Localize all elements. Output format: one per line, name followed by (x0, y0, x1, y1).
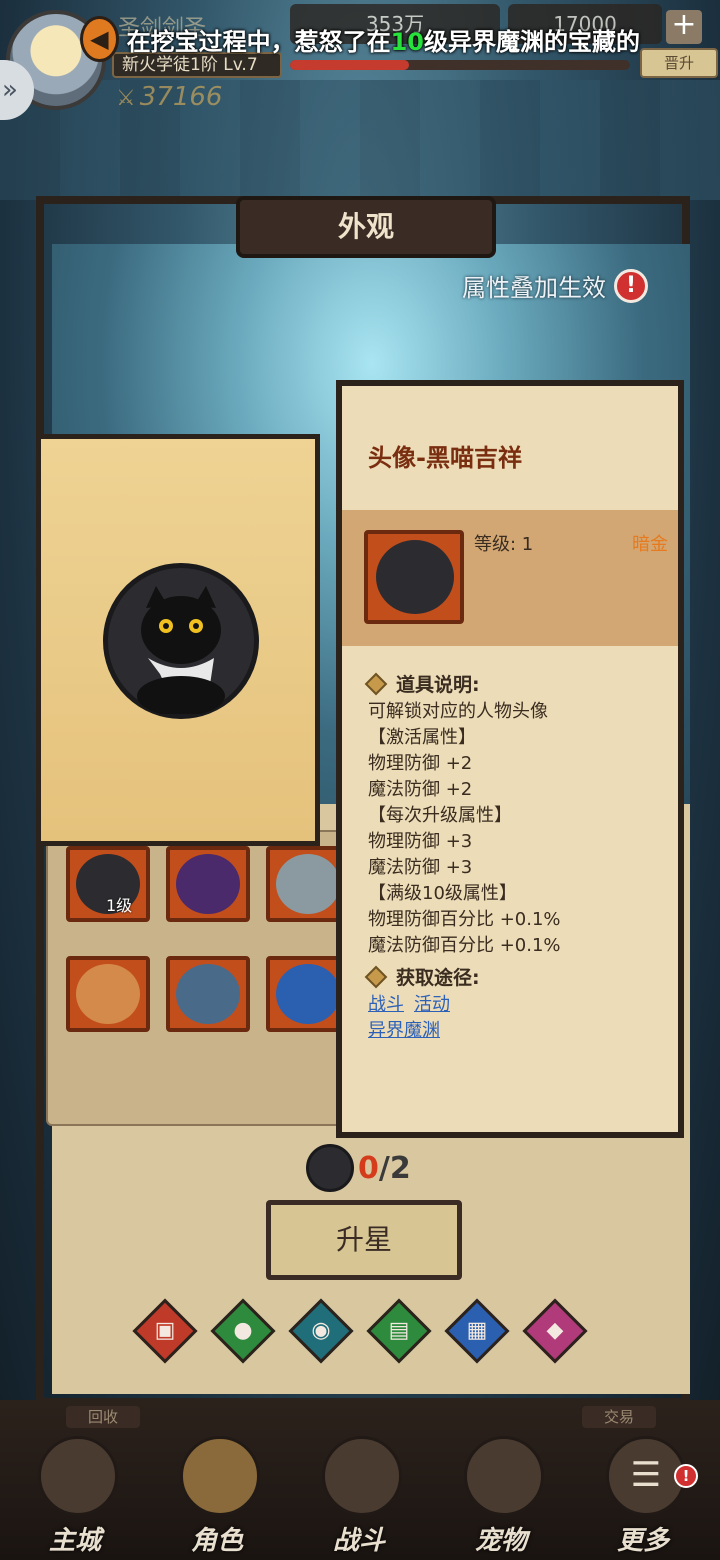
portrait-frame-icon: ◉ (311, 1318, 331, 1343)
id-card-icon: ▦ (466, 1318, 488, 1343)
desc-line: 魔法防御百分比 +0.1% (368, 935, 561, 956)
combat-power-value: 37166 (139, 82, 223, 112)
source-heading-text: 获取途径: (396, 967, 480, 989)
upgrade-rank-button[interactable]: 晋升 (640, 48, 718, 78)
item-description: 道具说明: 可解锁对应的人物头像 【激活属性】 物理防御 +2 魔法防御 +2 … (364, 666, 668, 1044)
desc-line: 【满级10级属性】 (368, 883, 517, 904)
desc-line: 物理防御 +3 (368, 831, 473, 852)
nav-main-city[interactable]: 主城 (20, 1436, 130, 1560)
star-up-button[interactable]: 升星 (266, 1200, 462, 1280)
black-cat-illustration (137, 586, 225, 716)
announcement-level: 10 (390, 27, 424, 56)
crossed-swords-emblem-icon (76, 964, 140, 1024)
nav-battle[interactable]: 战斗 (304, 1436, 414, 1560)
add-gems-button[interactable]: + (666, 10, 702, 44)
nav-label: 主城 (48, 1526, 101, 1556)
owl-mask-icon (464, 1436, 544, 1516)
desc-line: 物理防御百分比 +0.1% (368, 909, 561, 930)
nav-label: 角色 (190, 1526, 243, 1556)
black-cat-item-icon (376, 540, 454, 614)
inventory-slot-purple-hair[interactable] (166, 846, 250, 922)
speaker-icon: ◀ (80, 16, 119, 62)
tab-portrait-frame[interactable]: ◉ (288, 1298, 354, 1364)
attr-stack-label: 属性叠加生效 (462, 274, 606, 302)
alert-icon[interactable]: ! (614, 268, 648, 303)
inventory-slot-crossed-swords[interactable] (66, 956, 150, 1032)
tab-chat-bubble[interactable]: ▤ (366, 1298, 432, 1364)
panel-title: 外观 (236, 196, 496, 258)
cost-need: /2 (378, 1150, 411, 1186)
bottom-nav: 回收 交易 主城 角色 战斗 宠物 ☰ 更多 (0, 1400, 720, 1560)
desc-line: 魔法防御 +3 (368, 857, 473, 878)
item-quality: 暗金 (632, 534, 668, 555)
black-cat-preview-icon (103, 563, 259, 719)
lion-shield-emblem-icon (276, 964, 340, 1024)
item-header-band: 等级: 1 暗金 (342, 510, 678, 646)
announcement-marquee: ◀ 在挖宝过程中，惹怒了在10级异界魔渊的宝藏的 (80, 16, 640, 62)
desc-line: 【每次升级属性】 (368, 805, 512, 826)
clothes-icon: ▣ (154, 1318, 176, 1343)
desc-line: 可解锁对应的人物头像 (368, 701, 548, 722)
avatar-preview-card (36, 434, 320, 846)
chat-bubble-icon: ▤ (388, 1318, 410, 1343)
desc-line: 【激活属性】 (368, 727, 476, 748)
item-level: 等级: 1 (474, 534, 534, 555)
inventory-slot-black-cat[interactable]: 1级 (66, 846, 150, 922)
item-icon-frame (364, 530, 464, 624)
tab-person[interactable]: ● (210, 1298, 276, 1364)
desc-line: 魔法防御 +2 (368, 779, 473, 800)
trade-tag[interactable]: 交易 (582, 1406, 656, 1428)
diamond-bullet-icon (364, 965, 388, 988)
source-links-row: 异界魔渊 (368, 1018, 668, 1044)
purple-hair-avatar-icon (176, 854, 240, 914)
desc-line: 物理防御 +2 (368, 753, 473, 774)
winged-shield-emblem-icon (176, 964, 240, 1024)
inventory-grid: 1级 (46, 830, 350, 1126)
crossed-swords-icon: ⚔ (118, 86, 134, 111)
source-link-abyss[interactable]: 异界魔渊 (368, 1020, 440, 1041)
nav-label: 战斗 (332, 1526, 385, 1556)
item-detail-card: 头像-黑喵吉祥 等级: 1 暗金 道具说明: 可解锁对应的人物头像 【激活属性】… (336, 380, 684, 1138)
nav-label: 宠物 (474, 1526, 527, 1556)
item-desc-heading-text: 道具说明: (396, 674, 480, 696)
nav-character[interactable]: 角色 (162, 1436, 272, 1560)
attr-stack-notice[interactable]: 属性叠加生效 ! (462, 268, 648, 303)
item-title: 头像-黑喵吉祥 (368, 444, 522, 472)
source-links-row: 战斗 活动 (368, 992, 668, 1018)
more-notification-badge: ! (674, 1464, 698, 1488)
black-cat-cost-icon (306, 1144, 354, 1192)
tab-ribbon[interactable]: ◆ (522, 1298, 588, 1364)
ribbon-icon: ◆ (546, 1318, 564, 1343)
slot-level: 1级 (106, 896, 133, 915)
nav-more[interactable]: ☰ 更多 (588, 1436, 698, 1560)
appearance-tabs: ▣ ● ◉ ▤ ▦ ◆ (132, 1298, 594, 1364)
item-desc-heading: 道具说明: (364, 670, 668, 697)
nav-pets[interactable]: 宠物 (446, 1436, 556, 1560)
castle-icon (38, 1436, 118, 1516)
recycle-tag[interactable]: 回收 (66, 1406, 140, 1428)
announcement-text: 在挖宝过程中，惹怒了在10级异界魔渊的宝藏的 (127, 22, 640, 57)
announcement-part-1: 在挖宝过程中，惹怒了在 (126, 27, 391, 56)
tab-clothes[interactable]: ▣ (132, 1298, 198, 1364)
nav-label: 更多 (616, 1526, 669, 1556)
silver-hair-avatar-icon (276, 854, 340, 914)
inventory-slot-winged-shield[interactable] (166, 956, 250, 1032)
person-icon: ● (233, 1318, 253, 1343)
diamond-bullet-icon (364, 672, 388, 695)
helmet-icon (180, 1436, 260, 1516)
upgrade-cost: 0/2 (306, 1144, 411, 1192)
cost-have: 0 (358, 1150, 379, 1186)
crossbow-icon (322, 1436, 402, 1516)
tab-id-card[interactable]: ▦ (444, 1298, 510, 1364)
combat-power: ⚔ 37166 (118, 82, 222, 112)
source-link-event[interactable]: 活动 (414, 994, 450, 1015)
announcement-part-2: 级异界魔渊的宝藏的 (424, 27, 640, 56)
source-heading: 获取途径: (364, 963, 668, 990)
source-link-battle[interactable]: 战斗 (368, 994, 404, 1015)
